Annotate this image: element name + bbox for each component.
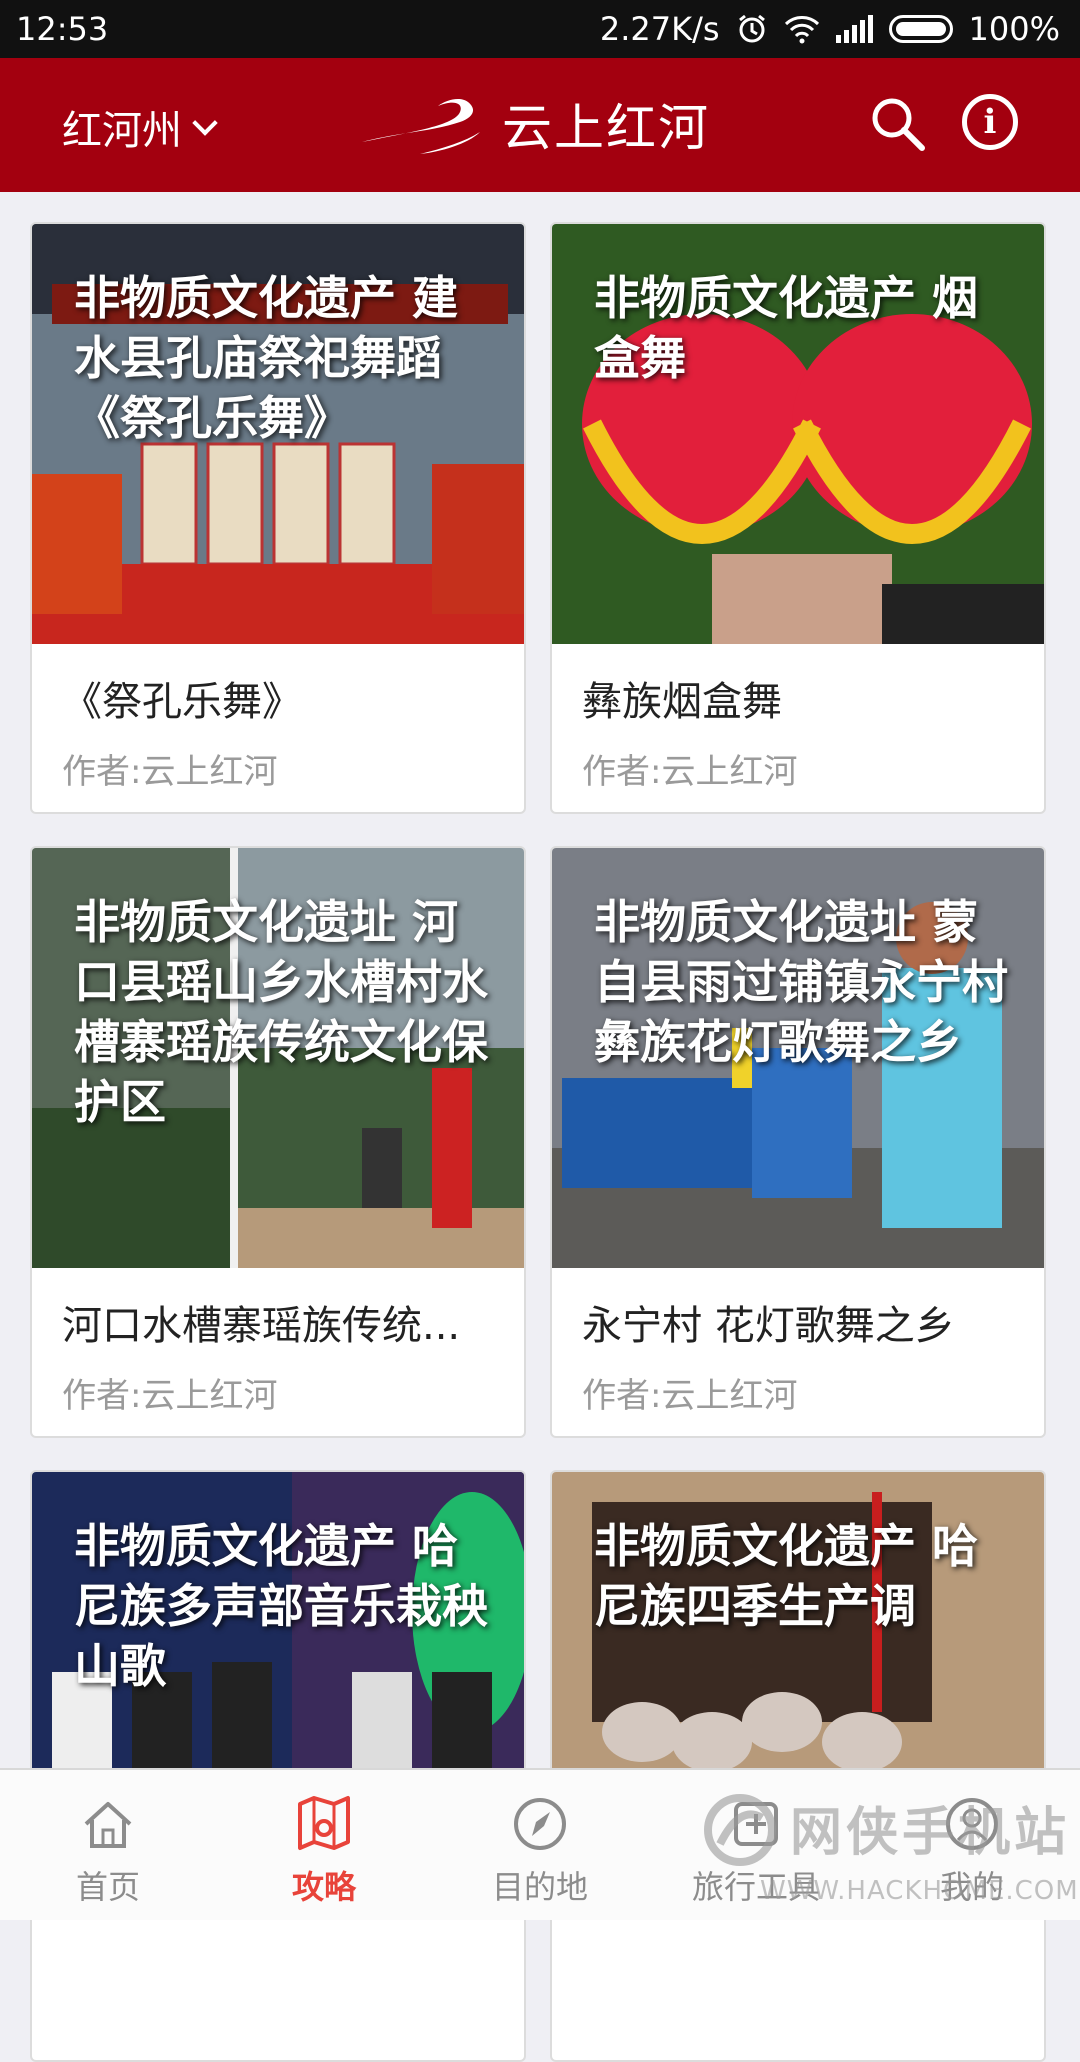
tab-label: 首页: [75, 1868, 140, 1906]
card-title: 《祭孔乐舞》: [62, 679, 302, 725]
guide-card[interactable]: 非物质文化遗产 建水县孔庙祭祀舞蹈《祭孔乐舞》 《祭孔乐舞》 作者:云上红河: [30, 222, 526, 814]
guide-card[interactable]: 非物质文化遗产 哈尼族四季生产调: [550, 1470, 1046, 2062]
card-overlay-text: 非物质文化遗址 蒙自县雨过铺镇永宁村彝族花灯歌舞之乡: [594, 895, 1008, 1069]
guide-card[interactable]: 非物质文化遗址 蒙自县雨过铺镇永宁村彝族花灯歌舞之乡 永宁村 花灯歌舞之乡 作者…: [550, 846, 1046, 1438]
tab-label: 攻略: [291, 1868, 356, 1906]
tab-label: 目的地: [491, 1868, 588, 1906]
brand: 云上红河: [360, 88, 710, 160]
map-pin-icon: [298, 1796, 350, 1850]
tab-home[interactable]: 首页: [0, 1770, 216, 1922]
app-title: 云上红河: [502, 99, 710, 157]
status-bar: 12:53 2.27K/s 100%: [0, 0, 1080, 58]
card-title: 彝族烟盒舞: [582, 679, 782, 725]
card-author: 作者:云上红河: [582, 1376, 798, 1416]
card-title: 河口水槽寨瑶族传统...: [62, 1303, 461, 1349]
card-overlay-text: 非物质文化遗产 哈尼族四季生产调: [594, 1519, 979, 1633]
card-author: 作者:云上红河: [62, 752, 278, 792]
home-icon: [84, 1802, 132, 1848]
search-icon[interactable]: [868, 94, 928, 154]
card-overlay-text: 非物质文化遗产 哈尼族多声部音乐栽秧山歌: [74, 1519, 488, 1693]
app-header: 红河州 云上红河 i: [0, 58, 1080, 192]
watermark-url: WWW.HACKHOME.COM: [760, 1876, 1079, 1906]
card-author: 作者:云上红河: [62, 1376, 278, 1416]
tab-guides[interactable]: 攻略: [216, 1770, 432, 1922]
card-overlay-text: 非物质文化遗产 建水县孔庙祭祀舞蹈《祭孔乐舞》: [74, 271, 459, 445]
card-title: 永宁村 花灯歌舞之乡: [582, 1303, 955, 1349]
guide-card[interactable]: 非物质文化遗址 河口县瑶山乡水槽村水槽寨瑶族传统文化保护区 河口水槽寨瑶族传统.…: [30, 846, 526, 1438]
watermark: 网侠手机站 WWW.HACKHOME.COM: [700, 1776, 1078, 1916]
status-time: 12:53: [16, 10, 109, 48]
battery-icon: [888, 15, 953, 43]
guide-card[interactable]: 非物质文化遗产 烟盒舞 彝族烟盒舞 作者:云上红河: [550, 222, 1046, 814]
watermark-logo-icon: [704, 1794, 776, 1866]
region-label: 红河州: [62, 108, 182, 154]
app-logo-icon: [362, 99, 480, 154]
alarm-icon: [738, 14, 765, 43]
status-icons: 2.27K/s 100%: [600, 10, 1060, 48]
tab-destinations[interactable]: 目的地: [432, 1770, 648, 1922]
card-overlay-text: 非物质文化遗址 河口县瑶山乡水槽村水槽寨瑶族传统文化保护区: [74, 895, 488, 1129]
watermark-text: 网侠手机站: [790, 1803, 1071, 1863]
compass-icon: [514, 1798, 566, 1850]
info-icon[interactable]: i: [962, 94, 1018, 150]
signal-icon: [835, 15, 873, 43]
chevron-down-icon: [192, 110, 218, 136]
region-selector[interactable]: 红河州: [62, 98, 218, 156]
card-overlay-text: 非物质文化遗产 烟盒舞: [594, 271, 979, 385]
wifi-icon: [784, 16, 819, 44]
guide-card[interactable]: 非物质文化遗产 哈尼族多声部音乐栽秧山歌: [30, 1470, 526, 2062]
card-author: 作者:云上红河: [582, 752, 798, 792]
battery-level: 100%: [968, 10, 1060, 48]
net-speed: 2.27K/s: [599, 10, 720, 48]
